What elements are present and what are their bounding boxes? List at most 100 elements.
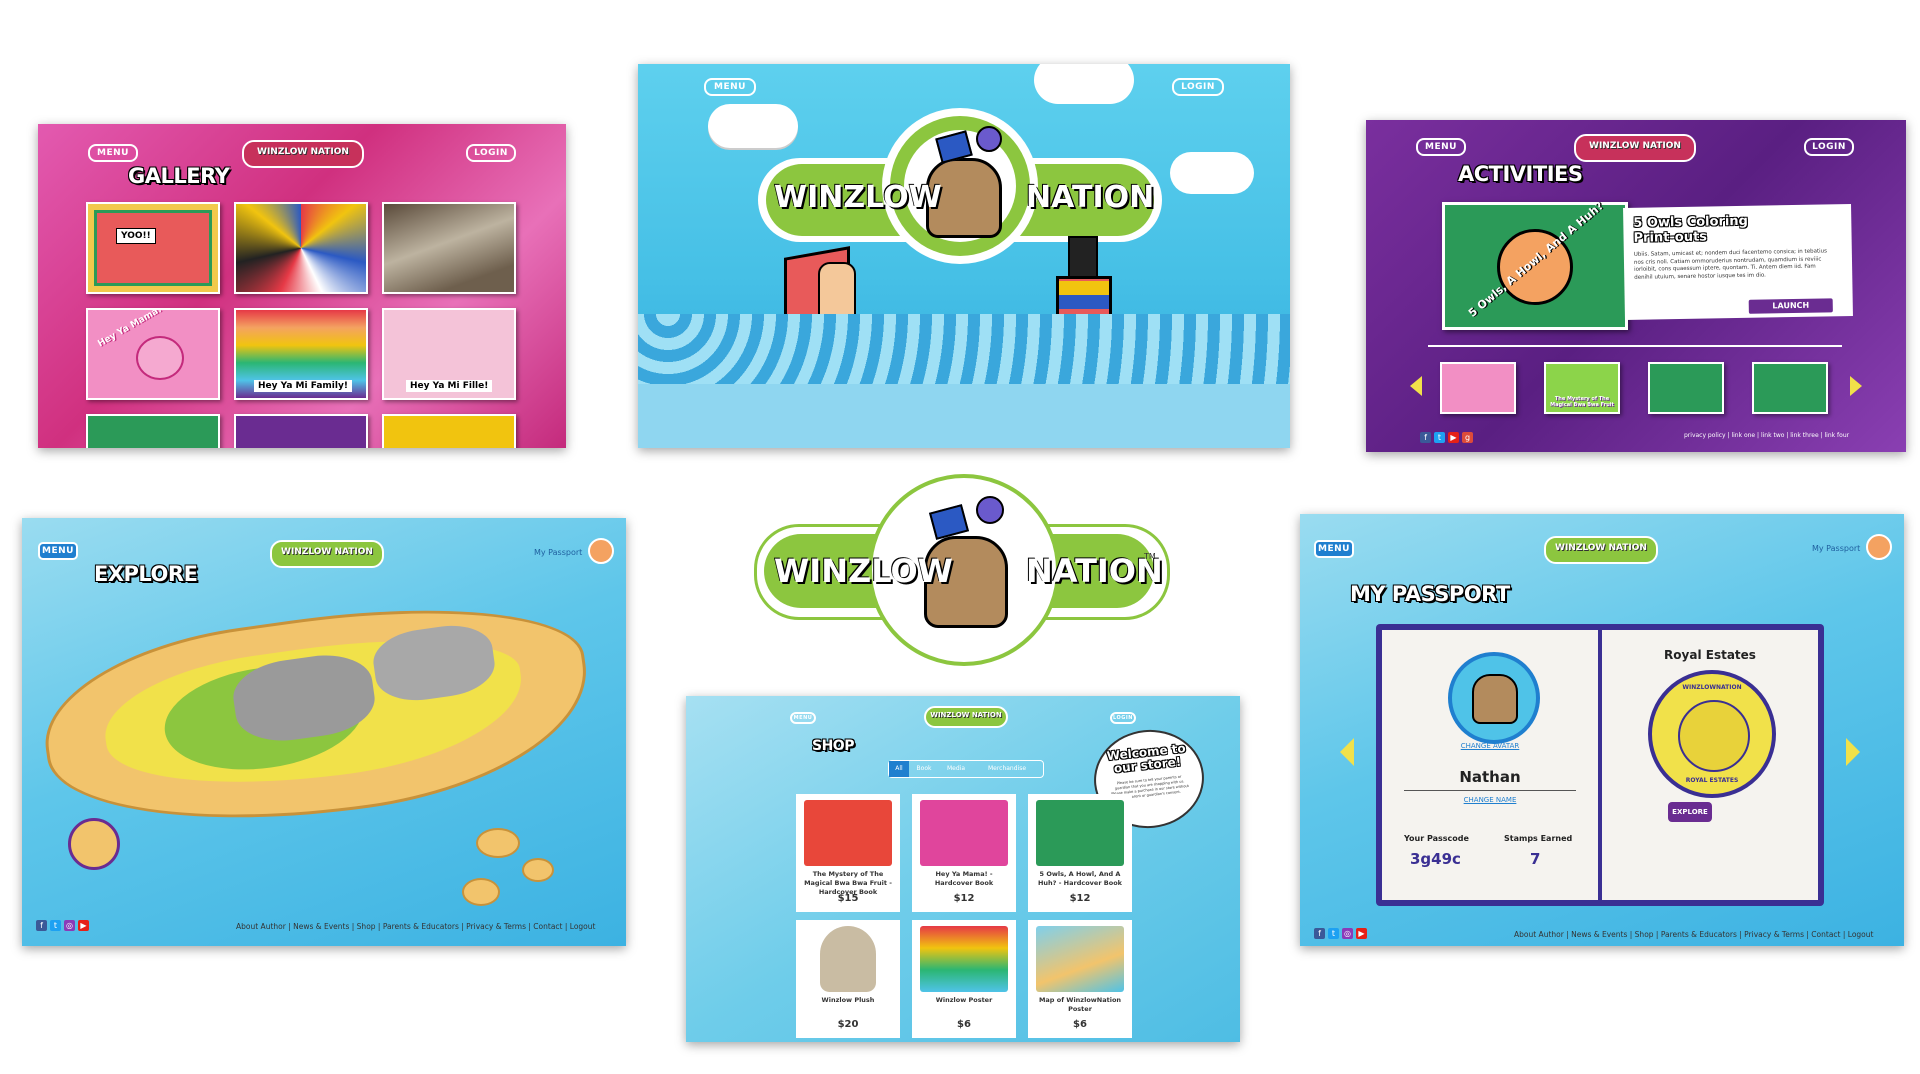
footer-links: privacy policy | link one | link two | l… [1684, 432, 1850, 439]
carousel-divider [1428, 345, 1842, 347]
gallery-item[interactable] [382, 202, 516, 294]
art-caption: Hey Ya Mi Fille! [406, 380, 493, 392]
page-title: SHOP [812, 738, 854, 754]
small-island[interactable] [462, 878, 500, 906]
shop-screen: MENU WINZLOW NATION LOGIN SHOP All Book … [686, 696, 1240, 1042]
filter-media[interactable]: Media [939, 761, 973, 777]
seal-text-top: WINZLOWNATION [1682, 684, 1742, 691]
menu-button[interactable]: MENU [704, 78, 756, 96]
name-divider [1404, 790, 1576, 791]
footer-links[interactable]: About Author | News & Events | Shop | Pa… [1514, 930, 1873, 939]
change-avatar-link[interactable]: CHANGE AVATAR [1382, 742, 1598, 750]
twitter-icon[interactable]: t [1434, 432, 1445, 443]
small-island[interactable] [522, 858, 554, 882]
change-name-link[interactable]: CHANGE NAME [1382, 796, 1598, 804]
footer-link[interactable]: link two [1761, 432, 1784, 439]
featured-activity-art[interactable]: 5 Owls, A Howl, And A Huh? [1442, 199, 1628, 330]
filter-all[interactable]: All [889, 761, 909, 777]
twitter-icon[interactable]: t [1328, 928, 1339, 939]
instagram-icon[interactable]: ◎ [64, 920, 75, 931]
product-image [920, 800, 1008, 866]
avatar[interactable] [588, 538, 614, 564]
page-title: EXPLORE [94, 562, 198, 586]
login-button[interactable]: LOGIN [1172, 78, 1224, 96]
island-map[interactable] [33, 580, 601, 852]
gallery-item[interactable]: Hey Ya Mama! [86, 308, 220, 400]
youtube-icon[interactable]: ▶ [78, 920, 89, 931]
carousel-prev-arrow[interactable] [1410, 376, 1422, 396]
facebook-icon[interactable]: f [1420, 432, 1431, 443]
product-price: $12 [1069, 893, 1091, 904]
filter-merchandise[interactable]: Merchandise [973, 761, 1041, 777]
gallery-item[interactable]: Hey Ya Mi Fille! [382, 308, 516, 400]
product-card[interactable]: The Mystery of The Magical Bwa Bwa Fruit… [796, 794, 900, 912]
passport-book: CHANGE AVATAR Nathan CHANGE NAME Your Pa… [1376, 624, 1824, 906]
art-caption: Hey Ya Mi Family! [254, 380, 352, 392]
passport-prev-arrow[interactable] [1340, 738, 1354, 766]
passport-link[interactable]: My Passport [1812, 544, 1860, 553]
speech-bubble: YOO!! [116, 228, 156, 244]
footer-link[interactable]: privacy policy [1684, 432, 1726, 439]
flower-icon [976, 126, 1002, 152]
player-name: Nathan [1459, 768, 1521, 786]
product-price: $12 [953, 893, 975, 904]
menu-button[interactable]: MENU [790, 712, 816, 724]
gallery-item[interactable]: YOO!! [86, 202, 220, 294]
featured-activity-card: 5 Owls Coloring Print-outs Ubiis. Satam,… [1623, 204, 1853, 320]
login-button[interactable]: LOGIN [1804, 138, 1854, 156]
login-button[interactable]: LOGIN [466, 144, 516, 162]
filter-book[interactable]: Book [909, 761, 939, 777]
passport-right-page: Royal Estates WINZLOWNATION ROYAL ESTATE… [1602, 630, 1818, 900]
carousel-item[interactable] [1752, 362, 1828, 414]
carousel-next-arrow[interactable] [1850, 376, 1862, 396]
gallery-item[interactable] [234, 202, 368, 294]
site-logo[interactable]: WINZLOW NATION [924, 706, 1008, 728]
ocean-base [638, 384, 1290, 448]
footer-link[interactable]: link one [1731, 432, 1755, 439]
carousel-item[interactable] [1440, 362, 1516, 414]
facebook-icon[interactable]: f [36, 920, 47, 931]
stamps-label: Stamps Earned [1504, 834, 1573, 843]
footer-link[interactable]: link four [1825, 432, 1850, 439]
instagram-icon[interactable]: ◎ [1342, 928, 1353, 939]
product-card[interactable]: 5 Owls, A Howl, And A Huh? - Hardcover B… [1028, 794, 1132, 912]
youtube-icon[interactable]: ▶ [1356, 928, 1367, 939]
menu-button[interactable]: MENU [88, 144, 138, 162]
menu-button[interactable]: MENU [1314, 540, 1354, 558]
gallery-item[interactable] [234, 414, 368, 448]
footer-links[interactable]: About Author | News & Events | Shop | Pa… [236, 922, 595, 931]
site-logo[interactable]: WINZLOW NATION [242, 140, 364, 168]
passport-left-page: CHANGE AVATAR Nathan CHANGE NAME Your Pa… [1382, 630, 1598, 900]
explore-button[interactable]: EXPLORE [1668, 802, 1712, 822]
googleplus-icon[interactable]: g [1462, 432, 1473, 443]
logo-text-left: WINZLOW [774, 180, 942, 215]
facebook-icon[interactable]: f [1314, 928, 1325, 939]
product-card[interactable]: Winzlow Plush $20 [796, 920, 900, 1038]
gallery-item[interactable] [86, 414, 220, 448]
youtube-icon[interactable]: ▶ [1448, 432, 1459, 443]
carousel-item[interactable]: The Mystery of The Magical Bwa Bwa Fruit [1544, 362, 1620, 414]
avatar[interactable] [1866, 534, 1892, 560]
launch-button[interactable]: LAUNCH [1748, 298, 1833, 314]
small-island[interactable] [476, 828, 520, 858]
product-card[interactable]: Hey Ya Mama! - Hardcover Book $12 [912, 794, 1016, 912]
site-logo[interactable]: WINZLOW NATION [1544, 536, 1658, 564]
page-title: GALLERY [128, 164, 230, 188]
product-name: Hey Ya Mama! - Hardcover Book [934, 870, 994, 887]
menu-button[interactable]: MENU [1416, 138, 1466, 156]
passport-link[interactable]: My Passport [534, 548, 582, 557]
carousel-item[interactable] [1648, 362, 1724, 414]
gallery-item[interactable]: Hey Ya Mi Family! [234, 308, 368, 400]
footer-link[interactable]: link three [1790, 432, 1818, 439]
login-button[interactable]: LOGIN [1110, 712, 1136, 724]
passport-next-arrow[interactable] [1846, 738, 1860, 766]
product-card[interactable]: Map of WinzlowNation Poster $6 [1028, 920, 1132, 1038]
site-logo[interactable]: WINZLOW NATION [270, 540, 384, 568]
twitter-icon[interactable]: t [50, 920, 61, 931]
compass-island[interactable] [68, 818, 120, 870]
menu-button[interactable]: MENU [38, 542, 78, 560]
site-logo[interactable]: WINZLOW NATION [1574, 134, 1696, 162]
cloud [1170, 152, 1254, 194]
product-card[interactable]: Winzlow Poster $6 [912, 920, 1016, 1038]
gallery-item[interactable] [382, 414, 516, 448]
